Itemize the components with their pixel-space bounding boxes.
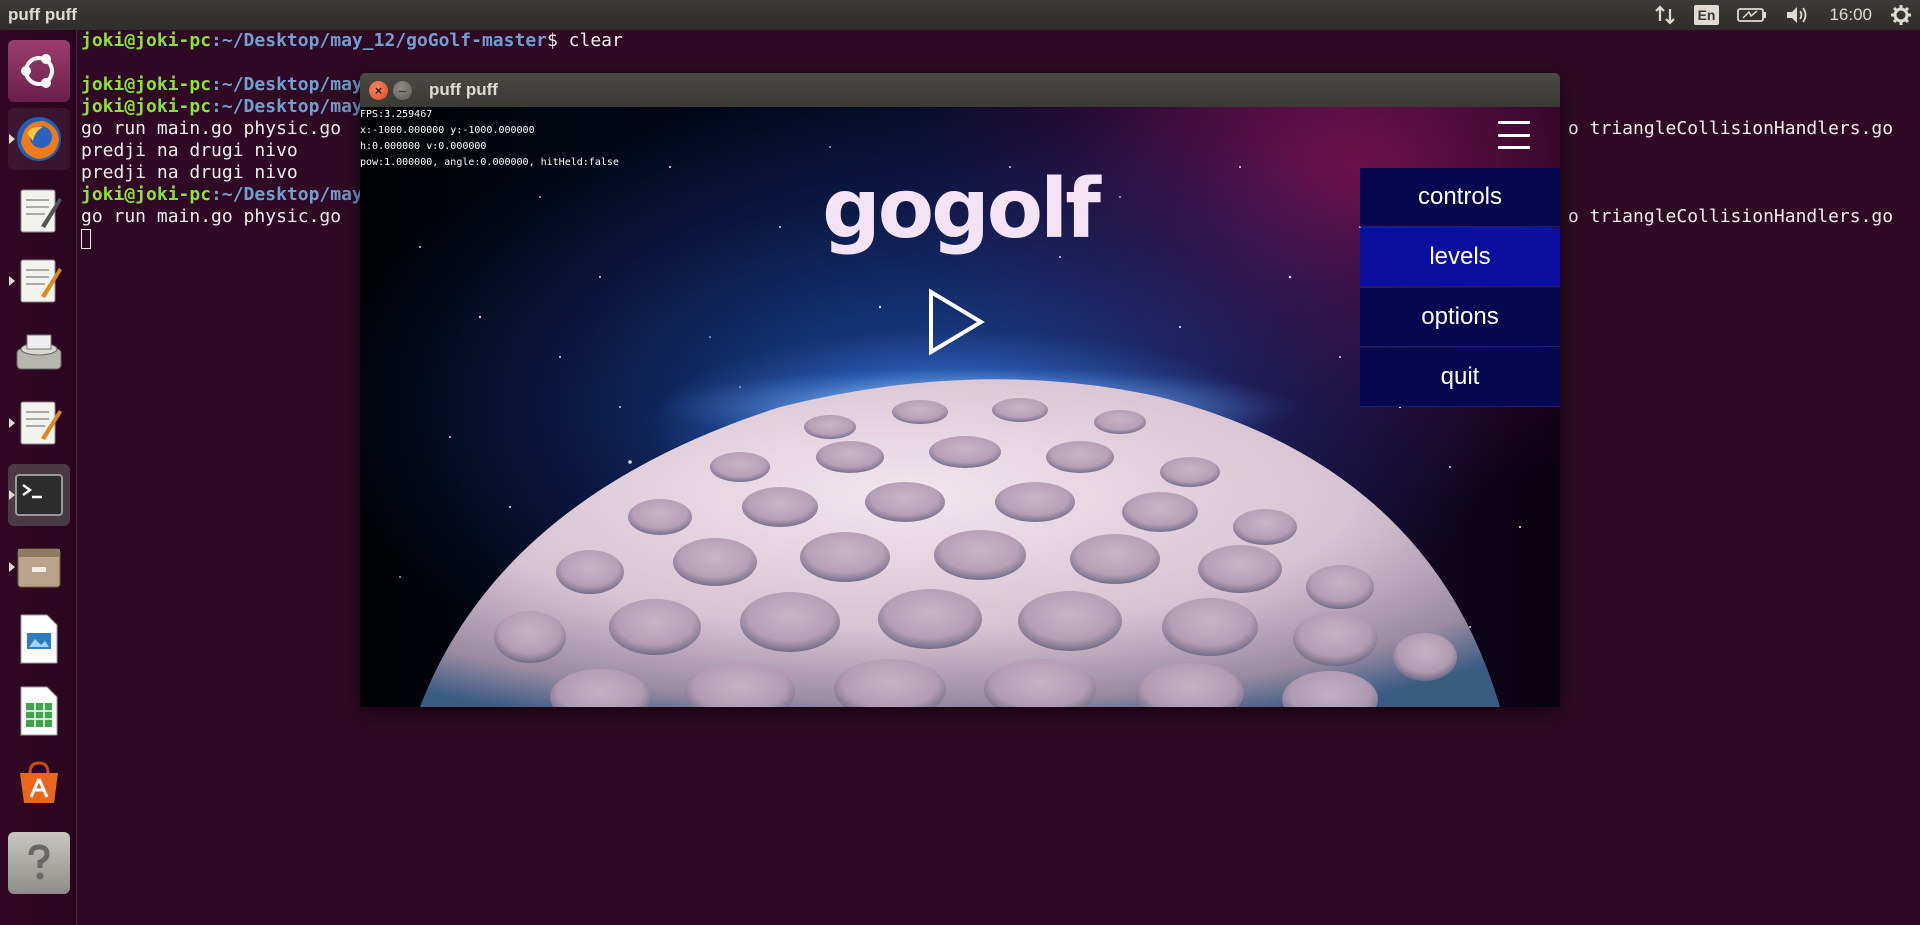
- launcher-help[interactable]: [8, 832, 70, 894]
- top-panel-app-title: puff puff: [8, 5, 77, 24]
- hamburger-icon-bar: [1498, 133, 1530, 137]
- launcher: [0, 30, 77, 925]
- text-editor-icon: [20, 189, 62, 233]
- launcher-ubuntu-dash[interactable]: [8, 40, 70, 102]
- text-editor-icon: [20, 401, 62, 445]
- debug-velocity: h:0.000000 v:0.000000: [360, 141, 487, 152]
- hamburger-icon-bar: [1498, 121, 1530, 124]
- terminal-cursor-line: [81, 228, 91, 250]
- launcher-software-center[interactable]: [8, 752, 70, 814]
- window-minimize-button[interactable]: –: [393, 81, 412, 100]
- indicator-area: En 16:00: [1636, 0, 1920, 30]
- clock[interactable]: 16:00: [1829, 0, 1872, 30]
- terminal-line: joki@joki-pc:~/Desktop/may: [81, 96, 363, 117]
- launcher-scanner[interactable]: [8, 322, 70, 384]
- launcher-terminal[interactable]: [8, 464, 70, 526]
- terminal-line: predji na drugi nivo: [81, 162, 298, 183]
- terminal-line-tail: o triangleCollisionHandlers.go: [1568, 206, 1894, 227]
- terminal-line: joki@joki-pc:~/Desktop/may: [81, 184, 363, 205]
- terminal-cursor: [81, 229, 91, 249]
- game-window[interactable]: × – puff puff FPS:3.259467 x:-1000.00000…: [360, 73, 1560, 707]
- ubuntu-logo-icon: [21, 54, 54, 88]
- menu-item-levels[interactable]: levels: [1360, 228, 1560, 287]
- close-icon: ×: [374, 83, 383, 98]
- window-title: puff puff: [429, 80, 498, 99]
- volume-icon[interactable]: [1785, 0, 1811, 30]
- launcher-firefox[interactable]: [8, 108, 70, 170]
- firefox-icon: [17, 117, 61, 161]
- launcher-text-editor-3[interactable]: [8, 392, 70, 454]
- network-icon[interactable]: [1654, 0, 1676, 30]
- terminal-line: go run main.go physic.go: [81, 206, 342, 227]
- launcher-impress[interactable]: [8, 608, 70, 670]
- window-titlebar[interactable]: × – puff puff: [360, 73, 1560, 107]
- calc-icon: [20, 686, 58, 736]
- gear-icon[interactable]: [1890, 0, 1912, 30]
- files-icon: [17, 548, 61, 588]
- launcher-text-editor-2[interactable]: [8, 250, 70, 312]
- impress-icon: [20, 614, 58, 664]
- terminal-line-tail: o triangleCollisionHandlers.go: [1568, 118, 1894, 139]
- scanner-icon: [16, 334, 62, 370]
- launcher-text-editor-1[interactable]: [8, 180, 70, 242]
- terminal-line: predji na drugi nivo: [81, 140, 298, 161]
- terminal-line: joki@joki-pc:~/Desktop/may_12/goGolf-mas…: [81, 30, 623, 51]
- help-icon: [28, 844, 50, 880]
- play-icon: [929, 288, 985, 356]
- window-close-button[interactable]: ×: [369, 81, 388, 100]
- menu-item-controls[interactable]: controls: [1360, 168, 1560, 227]
- keyboard-language-indicator[interactable]: En: [1693, 0, 1720, 30]
- play-button[interactable]: [925, 287, 987, 357]
- debug-fps: FPS:3.259467: [360, 109, 433, 120]
- menu-item-quit[interactable]: quit: [1360, 348, 1560, 407]
- battery-icon[interactable]: [1737, 0, 1767, 30]
- menu-item-options[interactable]: options: [1360, 288, 1560, 347]
- text-editor-icon: [20, 259, 62, 303]
- software-center-icon: [20, 761, 58, 803]
- terminal-line: joki@joki-pc:~/Desktop/may: [81, 74, 363, 95]
- game-menu: controls levels options quit: [1360, 168, 1560, 408]
- top-panel: puff puff En 16:00: [0, 0, 1920, 30]
- game-canvas[interactable]: FPS:3.259467 x:-1000.000000 y:-1000.0000…: [360, 107, 1560, 707]
- launcher-files[interactable]: [8, 536, 70, 598]
- game-logo: gogolf: [822, 162, 1101, 257]
- debug-position: x:-1000.000000 y:-1000.000000: [360, 125, 535, 136]
- launcher-calc[interactable]: [8, 680, 70, 742]
- terminal-icon: [15, 474, 63, 516]
- terminal-line: go run main.go physic.go: [81, 118, 342, 139]
- hamburger-icon-bar: [1498, 146, 1530, 149]
- minimize-icon: –: [398, 83, 407, 98]
- language-badge: En: [1693, 5, 1720, 25]
- menu-hamburger-button[interactable]: [1498, 121, 1534, 149]
- debug-power: pow:1.000000, angle:0.000000, hitHeld:fa…: [360, 157, 619, 168]
